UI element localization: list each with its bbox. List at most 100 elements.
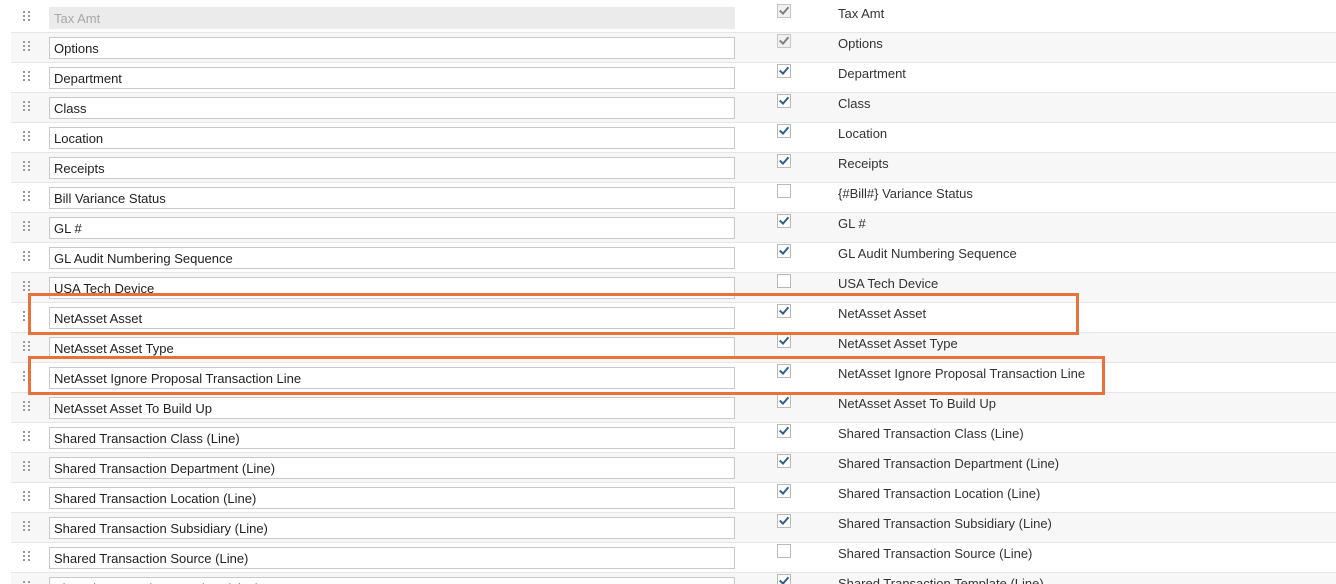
show-field-checkbox[interactable] bbox=[777, 424, 791, 438]
field-name-text: Shared Transaction Source (Line) bbox=[838, 546, 1033, 561]
field-name-text: Class bbox=[838, 96, 871, 111]
show-field-checkbox[interactable] bbox=[777, 334, 791, 348]
field-name-text: Shared Transaction Class (Line) bbox=[838, 426, 1024, 441]
field-name-text: NetAsset Asset To Build Up bbox=[838, 396, 997, 411]
drag-handle-icon[interactable] bbox=[23, 311, 31, 323]
checkmark-icon bbox=[779, 36, 790, 46]
field-row: USA Tech Device bbox=[11, 273, 1336, 303]
label-input[interactable] bbox=[49, 277, 735, 299]
label-input[interactable] bbox=[49, 487, 735, 509]
field-name-text: USA Tech Device bbox=[838, 276, 939, 291]
label-input[interactable] bbox=[49, 157, 735, 179]
label-input[interactable] bbox=[49, 187, 735, 209]
show-field-checkbox[interactable] bbox=[777, 94, 791, 108]
field-row: GL Audit Numbering Sequence bbox=[11, 243, 1336, 273]
checkmark-icon bbox=[779, 126, 790, 136]
checkmark-icon bbox=[779, 366, 790, 376]
field-name-text: Shared Transaction Department (Line) bbox=[838, 456, 1060, 471]
show-field-checkbox[interactable] bbox=[777, 394, 791, 408]
drag-handle-icon[interactable] bbox=[23, 191, 31, 203]
field-name-text: Shared Transaction Template (Line) bbox=[838, 576, 1044, 584]
label-input[interactable] bbox=[49, 97, 735, 119]
show-field-checkbox[interactable] bbox=[777, 574, 791, 584]
field-name-text: Receipts bbox=[838, 156, 889, 171]
label-input[interactable] bbox=[49, 37, 735, 59]
drag-handle-icon[interactable] bbox=[23, 41, 31, 53]
checkmark-icon bbox=[779, 396, 790, 406]
checkmark-icon bbox=[779, 456, 790, 466]
show-field-checkbox[interactable] bbox=[777, 514, 791, 528]
drag-handle-icon[interactable] bbox=[23, 11, 31, 23]
drag-handle-icon[interactable] bbox=[23, 71, 31, 83]
drag-handle-icon[interactable] bbox=[23, 251, 31, 263]
drag-handle-icon[interactable] bbox=[23, 551, 31, 563]
label-input[interactable] bbox=[49, 577, 735, 584]
show-field-checkbox[interactable] bbox=[777, 124, 791, 138]
drag-handle-icon[interactable] bbox=[23, 401, 31, 413]
show-field-checkbox[interactable] bbox=[777, 484, 791, 498]
field-name-text: Location bbox=[838, 126, 888, 141]
drag-handle-icon[interactable] bbox=[23, 371, 31, 383]
label-input[interactable] bbox=[49, 247, 735, 269]
label-input[interactable] bbox=[49, 367, 735, 389]
show-field-checkbox[interactable] bbox=[777, 544, 791, 558]
label-input[interactable] bbox=[49, 337, 735, 359]
field-list-panel: Tax Amt Options Department Class Location Rec… bbox=[0, 0, 1336, 584]
label-input[interactable] bbox=[49, 427, 735, 449]
label-input[interactable] bbox=[49, 397, 735, 419]
label-input[interactable] bbox=[49, 217, 735, 239]
checkmark-icon bbox=[779, 426, 790, 436]
drag-handle-icon[interactable] bbox=[23, 431, 31, 443]
drag-handle-icon[interactable] bbox=[23, 341, 31, 353]
field-name-text: Shared Transaction Subsidiary (Line) bbox=[838, 516, 1052, 531]
drag-handle-icon[interactable] bbox=[23, 131, 31, 143]
label-input[interactable] bbox=[49, 517, 735, 539]
checkmark-icon bbox=[779, 246, 790, 256]
label-input[interactable] bbox=[49, 67, 735, 89]
show-field-checkbox[interactable] bbox=[777, 214, 791, 228]
show-field-checkbox[interactable] bbox=[777, 364, 791, 378]
show-field-checkbox[interactable] bbox=[777, 274, 791, 288]
field-name-text: Shared Transaction Location (Line) bbox=[838, 486, 1041, 501]
checkmark-icon bbox=[779, 516, 790, 526]
drag-handle-icon[interactable] bbox=[23, 101, 31, 113]
field-row: NetAsset Asset bbox=[11, 303, 1336, 333]
field-row: Tax Amt bbox=[11, 3, 1336, 33]
show-field-checkbox[interactable] bbox=[777, 244, 791, 258]
field-row: Department bbox=[11, 63, 1336, 93]
checkmark-icon bbox=[779, 486, 790, 496]
show-field-checkbox bbox=[777, 4, 791, 18]
drag-handle-icon[interactable] bbox=[23, 221, 31, 233]
field-row: Receipts bbox=[11, 153, 1336, 183]
field-name-text: GL # bbox=[838, 216, 866, 231]
drag-handle-icon[interactable] bbox=[23, 161, 31, 173]
label-input[interactable] bbox=[49, 127, 735, 149]
checkmark-icon bbox=[779, 6, 790, 16]
drag-handle-icon[interactable] bbox=[23, 281, 31, 293]
drag-handle-icon[interactable] bbox=[23, 521, 31, 533]
show-field-checkbox[interactable] bbox=[777, 64, 791, 78]
label-input[interactable] bbox=[49, 547, 735, 569]
field-row: Shared Transaction Subsidiary (Line) bbox=[11, 513, 1336, 543]
checkmark-icon bbox=[779, 576, 790, 584]
field-name-text: NetAsset Asset bbox=[838, 306, 927, 321]
field-row: Shared Transaction Template (Line) bbox=[11, 573, 1336, 584]
show-field-checkbox[interactable] bbox=[777, 154, 791, 168]
label-input[interactable] bbox=[49, 457, 735, 479]
field-row: Options bbox=[11, 33, 1336, 63]
checkmark-icon bbox=[779, 156, 790, 166]
drag-handle-icon[interactable] bbox=[23, 461, 31, 473]
field-name-text: Options bbox=[838, 36, 883, 51]
field-row: Shared Transaction Department (Line) bbox=[11, 453, 1336, 483]
show-field-checkbox[interactable] bbox=[777, 304, 791, 318]
checkmark-icon bbox=[779, 216, 790, 226]
show-field-checkbox[interactable] bbox=[777, 454, 791, 468]
field-row: Location bbox=[11, 123, 1336, 153]
field-name-text: NetAsset Ignore Proposal Transaction Lin… bbox=[838, 366, 1086, 381]
show-field-checkbox bbox=[777, 34, 791, 48]
label-input[interactable] bbox=[49, 307, 735, 329]
field-row: Class bbox=[11, 93, 1336, 123]
field-name-text: Department bbox=[838, 66, 906, 81]
show-field-checkbox[interactable] bbox=[777, 184, 791, 198]
drag-handle-icon[interactable] bbox=[23, 491, 31, 503]
